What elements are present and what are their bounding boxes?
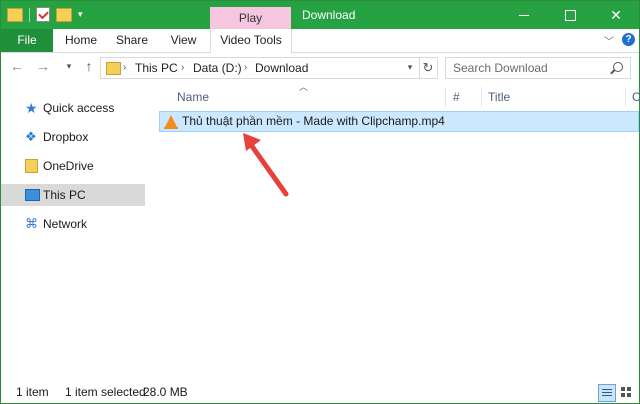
column-divider[interactable] xyxy=(481,87,482,107)
computer-icon xyxy=(25,189,40,201)
address-bar[interactable]: › This PC › Data (D:) › Download xyxy=(100,57,420,79)
status-bar: 1 item 1 item selected 28.0 MB xyxy=(1,381,639,403)
network-icon: ⌘ xyxy=(25,216,38,231)
search-icon[interactable] xyxy=(613,62,623,72)
tab-share[interactable]: Share xyxy=(109,29,155,52)
breadcrumb-data-d[interactable]: Data (D:) xyxy=(193,58,242,78)
file-name: Thủ thuật phần mềm - Made with Clipchamp… xyxy=(182,114,445,128)
folder-icon[interactable] xyxy=(7,7,23,22)
maximize-icon xyxy=(564,10,576,22)
folder-icon xyxy=(106,62,121,75)
sidebar-item-dropbox[interactable]: ❖ Dropbox xyxy=(1,126,145,148)
chevron-right-icon[interactable]: › xyxy=(244,58,247,78)
quick-access-toolbar: ▾ xyxy=(7,7,83,22)
expand-ribbon-icon[interactable]: ﹀ xyxy=(604,33,614,48)
status-item-count: 1 item xyxy=(16,385,49,399)
star-icon: ★ xyxy=(25,100,38,116)
properties-icon[interactable] xyxy=(36,7,50,22)
sidebar-item-label: OneDrive xyxy=(43,159,94,173)
search-input[interactable] xyxy=(446,58,613,78)
minimize-button[interactable] xyxy=(501,1,547,29)
explorer-window: ▾ Play Download ✕ File Home Share View V… xyxy=(0,0,640,404)
navigation-pane: ★ Quick access ❖ Dropbox OneDrive This P… xyxy=(1,83,145,373)
maximize-button[interactable] xyxy=(547,1,593,29)
status-selection: 1 item selected xyxy=(65,385,146,399)
vlc-icon xyxy=(164,115,178,129)
tab-view[interactable]: View xyxy=(161,29,206,52)
forward-arrow-icon[interactable]: → xyxy=(35,58,51,74)
back-arrow-icon[interactable]: ← xyxy=(9,58,25,74)
chevron-right-icon[interactable]: › xyxy=(181,58,184,78)
breadcrumb-download[interactable]: Download xyxy=(255,58,308,78)
tab-home[interactable]: Home xyxy=(56,29,106,52)
sidebar-item-onedrive[interactable]: OneDrive xyxy=(1,155,145,177)
chevron-right-icon[interactable]: › xyxy=(123,58,126,78)
column-header-title[interactable]: Title xyxy=(488,87,510,107)
annotation-arrow-shaft xyxy=(246,139,289,197)
sort-ascending-icon: ︿ xyxy=(299,82,309,92)
window-title: Download xyxy=(302,8,356,22)
annotation-arrow xyxy=(243,133,289,197)
customize-toolbar-icon[interactable]: ▾ xyxy=(78,9,83,20)
tab-video-tools[interactable]: Video Tools xyxy=(210,29,292,53)
sidebar-item-label: This PC xyxy=(43,188,86,202)
recent-locations-icon[interactable]: ▾ xyxy=(61,58,77,74)
column-header-number[interactable]: # xyxy=(453,87,460,107)
column-divider[interactable] xyxy=(625,87,626,107)
close-icon: ✕ xyxy=(610,7,622,23)
large-icons-view-icon[interactable] xyxy=(618,384,634,400)
navigation-bar: ← → ▾ ↑ › This PC › Data (D:) › Download… xyxy=(1,53,639,81)
sidebar-item-this-pc[interactable]: This PC xyxy=(1,184,145,206)
help-icon[interactable]: ? xyxy=(622,33,635,46)
up-arrow-icon[interactable]: ↑ xyxy=(81,58,97,74)
minimize-icon xyxy=(519,15,529,17)
column-header-name[interactable]: Name xyxy=(177,87,209,107)
details-view-icon[interactable] xyxy=(598,384,616,402)
column-divider[interactable] xyxy=(445,87,446,107)
ribbon-tabs: File Home Share View Video Tools ﹀ ? xyxy=(1,29,639,53)
onedrive-icon xyxy=(25,159,38,173)
sidebar-item-quick-access[interactable]: ★ Quick access xyxy=(1,97,145,119)
new-folder-icon[interactable] xyxy=(56,7,72,22)
dropbox-icon: ❖ xyxy=(25,129,37,144)
status-size: 28.0 MB xyxy=(143,385,188,399)
title-bar: ▾ Play Download ✕ xyxy=(1,1,639,29)
column-header-extra[interactable]: C xyxy=(632,87,640,107)
sidebar-item-label: Quick access xyxy=(43,101,115,115)
file-list: ︿ Name # Title C Thủ thuật phần mềm - Ma… xyxy=(149,82,640,373)
close-button[interactable]: ✕ xyxy=(593,1,639,29)
context-tab-play[interactable]: Play xyxy=(210,7,291,29)
sidebar-item-label: Dropbox xyxy=(43,130,89,144)
sidebar-item-label: Network xyxy=(43,217,88,231)
search-box[interactable] xyxy=(445,57,631,79)
breadcrumb-this-pc[interactable]: This PC xyxy=(135,58,178,78)
toolbar-divider xyxy=(29,7,30,22)
refresh-icon[interactable]: ↻ xyxy=(419,57,438,79)
sidebar-item-network[interactable]: ⌘ Network xyxy=(1,213,145,235)
tab-file[interactable]: File xyxy=(1,29,53,52)
address-history-icon[interactable]: ▾ xyxy=(403,57,417,77)
